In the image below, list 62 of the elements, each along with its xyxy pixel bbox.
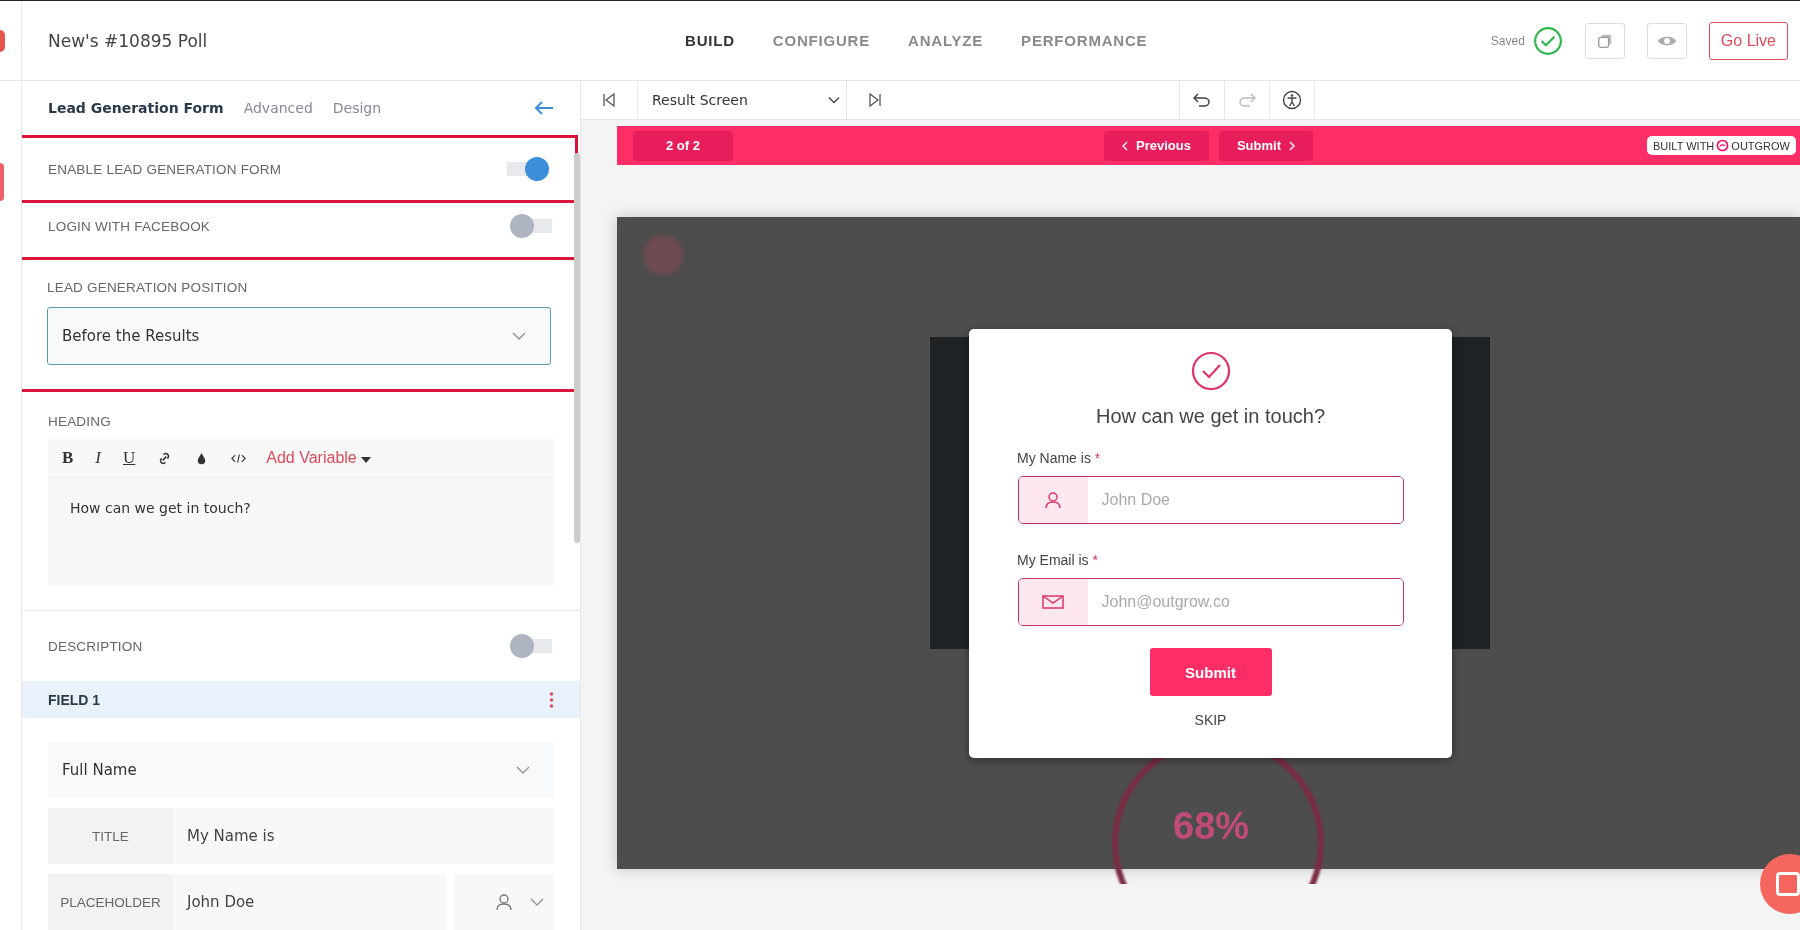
result-percentage: 68%: [1173, 805, 1250, 848]
chevron-left-icon: [1122, 140, 1128, 151]
placeholder-input[interactable]: John Doe: [173, 874, 446, 930]
duplicate-button[interactable]: [1584, 22, 1625, 59]
last-page-icon[interactable]: [867, 92, 883, 108]
title-input[interactable]: My Name is: [173, 808, 554, 864]
form-input-field[interactable]: John Doe: [1017, 476, 1404, 524]
person-icon: [496, 893, 512, 911]
nav-tab[interactable]: BUILD: [670, 24, 750, 57]
skip-link[interactable]: SKIP: [1190, 710, 1231, 730]
setting-label: LOGIN WITH FACEBOOK: [48, 218, 211, 234]
field-type-dropdown[interactable]: Full Name: [48, 742, 554, 798]
bold-button[interactable]: B: [62, 448, 74, 468]
check-circle-icon: [1190, 351, 1231, 391]
logo-icon: [1716, 139, 1730, 152]
position-dropdown[interactable]: Before the Results: [47, 307, 551, 365]
poll-title: New's #10895 Poll: [21, 1, 208, 80]
previous-button[interactable]: Previous: [1104, 130, 1209, 161]
chevron-down-icon: [530, 898, 544, 906]
envelope-icon: [1042, 595, 1064, 609]
first-page-icon[interactable]: [601, 92, 617, 108]
back-arrow-icon[interactable]: [534, 101, 554, 115]
screen-dropdown[interactable]: Result Screen: [637, 81, 847, 119]
undo-icon: [1193, 93, 1211, 107]
form-input-field[interactable]: John@outgrow.co: [1017, 578, 1404, 626]
setting-label: DESCRIPTION: [48, 638, 143, 654]
chevron-down-icon: [512, 332, 526, 340]
panel-tab[interactable]: Advanced: [243, 96, 321, 120]
more-options-icon[interactable]: [549, 691, 554, 708]
field-label: My Email is *: [1017, 552, 1098, 568]
accessibility-icon: [1282, 90, 1302, 110]
go-live-button[interactable]: Go Live: [1708, 21, 1788, 60]
italic-button[interactable]: I: [95, 448, 101, 468]
submit-button[interactable]: Submit: [1149, 648, 1272, 696]
setting-label: HEADING: [48, 414, 112, 429]
check-circle-icon: [1532, 25, 1563, 56]
field-label: TITLE: [48, 808, 173, 864]
chevron-right-icon: [1289, 140, 1295, 151]
field-label: PLACEHOLDER: [48, 874, 173, 930]
chevron-down-icon: [828, 96, 840, 104]
logo-icon: [643, 235, 683, 275]
logo-icon[interactable]: [0, 29, 5, 52]
panel-tab[interactable]: Lead Generation Form: [48, 96, 232, 120]
preview-button[interactable]: [1646, 22, 1687, 59]
person-icon: [1045, 491, 1061, 509]
page-counter: 2 of 2: [633, 130, 733, 161]
caret-icon: [361, 457, 372, 463]
sidebar-item-icon[interactable]: [0, 163, 4, 201]
add-variable-button[interactable]: Add Variable: [266, 449, 372, 467]
field-header[interactable]: FIELD 1: [22, 681, 580, 718]
saved-status: Saved: [1490, 33, 1525, 48]
field-label: My Name is *: [1017, 450, 1101, 466]
redo-icon: [1238, 93, 1256, 107]
heading-text-field[interactable]: How can we get in touch?: [48, 478, 554, 586]
setting-label: ENABLE LEAD GENERATION FORM: [48, 161, 282, 177]
setting-label: LEAD GENERATION POSITION: [47, 280, 249, 295]
dialog-heading: How can we get in touch?: [1096, 405, 1325, 428]
chevron-down-icon: [516, 766, 530, 774]
submit-nav-button[interactable]: Submit: [1218, 130, 1313, 161]
built-with-badge[interactable]: BUILT WITH OUTGROW: [1647, 136, 1796, 155]
panel-tab[interactable]: Design: [332, 96, 390, 120]
underline-button[interactable]: U: [123, 448, 136, 468]
